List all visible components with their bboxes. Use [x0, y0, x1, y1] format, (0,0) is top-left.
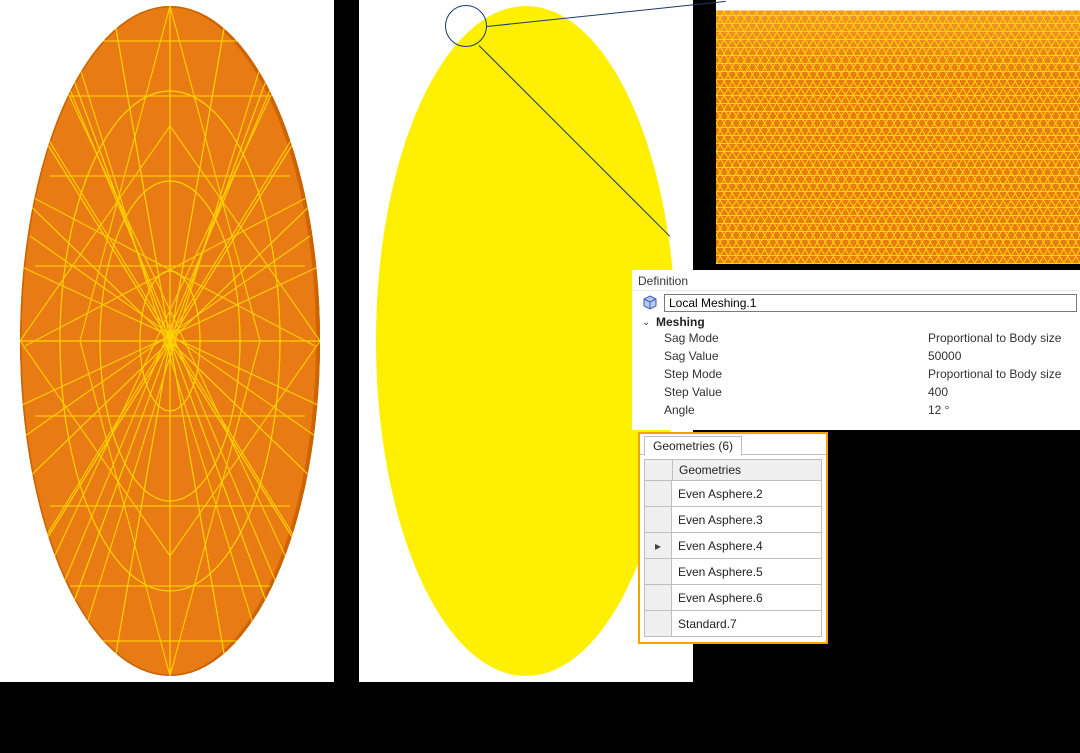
prop-key: Step Mode	[632, 365, 928, 383]
geometry-cell[interactable]: Even Asphere.3	[672, 507, 822, 533]
table-row[interactable]: Even Asphere.6	[644, 585, 822, 611]
geometries-panel: Geometries (6) Geometries Even Asphere.2…	[638, 432, 828, 644]
prop-value[interactable]: 12 °	[928, 401, 1080, 419]
viewport-coarse-mesh[interactable]	[0, 0, 334, 682]
prop-row[interactable]: Step Value 400	[632, 383, 1080, 401]
table-row[interactable]: Even Asphere.5	[644, 559, 822, 585]
geometries-tab[interactable]: Geometries (6)	[644, 436, 742, 456]
geometries-column-header[interactable]: Geometries	[672, 459, 822, 481]
prop-key: Sag Mode	[632, 329, 928, 347]
table-row[interactable]: ▸ Even Asphere.4	[644, 533, 822, 559]
prop-row[interactable]: Sag Value 50000	[632, 347, 1080, 365]
definition-name-input[interactable]	[664, 294, 1077, 312]
table-row[interactable]: Even Asphere.3	[644, 507, 822, 533]
prop-row[interactable]: Sag Mode Proportional to Body size	[632, 329, 1080, 347]
prop-key: Angle	[632, 401, 928, 419]
cube-icon	[642, 295, 658, 311]
prop-value[interactable]: Proportional to Body size	[928, 329, 1080, 347]
prop-key: Sag Value	[632, 347, 928, 365]
prop-value[interactable]: Proportional to Body size	[928, 365, 1080, 383]
meshing-properties: Sag Mode Proportional to Body size Sag V…	[632, 329, 1080, 419]
table-corner	[644, 459, 672, 481]
geometries-table: Geometries Even Asphere.2 Even Asphere.3…	[644, 459, 822, 637]
coarse-mesh-wires	[20, 6, 320, 676]
row-gutter	[644, 559, 672, 585]
callout-ring	[445, 5, 487, 47]
prop-row[interactable]: Angle 12 °	[632, 401, 1080, 419]
table-row[interactable]: Even Asphere.2	[644, 481, 822, 507]
table-row[interactable]: Standard.7	[644, 611, 822, 637]
row-gutter	[644, 507, 672, 533]
geometry-cell[interactable]: Even Asphere.4	[672, 533, 822, 559]
geometry-cell[interactable]: Even Asphere.5	[672, 559, 822, 585]
row-gutter-current: ▸	[644, 533, 672, 559]
page-root: Definition ⌄ Meshing Sag Mode Proportion…	[0, 0, 1080, 753]
prop-key: Step Value	[632, 383, 928, 401]
prop-value[interactable]: 400	[928, 383, 1080, 401]
row-gutter	[644, 585, 672, 611]
meshing-group-label[interactable]: Meshing	[656, 315, 705, 329]
viewport-mesh-zoom[interactable]	[716, 0, 1080, 264]
geometry-cell[interactable]: Even Asphere.2	[672, 481, 822, 507]
chevron-down-icon[interactable]: ⌄	[642, 317, 652, 328]
prop-row[interactable]: Step Mode Proportional to Body size	[632, 365, 1080, 383]
definition-panel: Definition ⌄ Meshing Sag Mode Proportion…	[632, 270, 1080, 430]
lens-coarse	[20, 6, 320, 676]
mesh-zoom-surface	[716, 0, 1080, 264]
lens-fine	[376, 6, 676, 676]
geometry-cell[interactable]: Standard.7	[672, 611, 822, 637]
prop-value[interactable]: 50000	[928, 347, 1080, 365]
row-gutter	[644, 611, 672, 637]
definition-header: Definition	[632, 270, 1080, 291]
geometry-cell[interactable]: Even Asphere.6	[672, 585, 822, 611]
row-gutter	[644, 481, 672, 507]
